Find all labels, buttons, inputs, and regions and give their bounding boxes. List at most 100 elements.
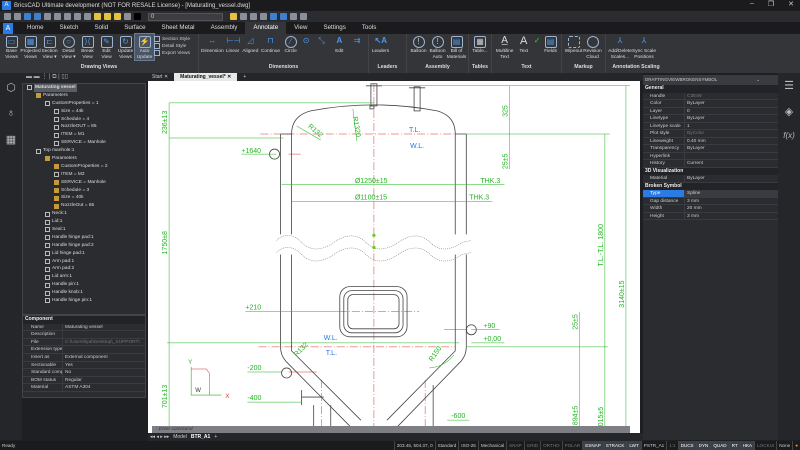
linear-button[interactable]: ⊢⊣ Linear (224, 34, 242, 55)
app-menu-button[interactable]: A (3, 22, 13, 34)
print-icon[interactable] (44, 13, 51, 20)
save-icon[interactable] (24, 13, 31, 20)
open-icon[interactable] (14, 13, 21, 20)
property-row[interactable]: Standard componeNo (23, 369, 145, 377)
tree-item[interactable]: Neck:1 (23, 210, 145, 218)
tree-item[interactable]: NozzleOUT = 85 (23, 123, 145, 131)
save-as-icon[interactable] (34, 13, 41, 20)
mechanical-browser-icon[interactable]: ⬡ (5, 81, 17, 94)
status-item[interactable]: 1:1 (666, 441, 677, 450)
section-view-button[interactable]: ⊏ Section View ▾ (40, 34, 59, 60)
wipeout-button[interactable]: Wipeout (564, 34, 583, 55)
parameters-fx-icon[interactable]: f(x) (783, 131, 795, 143)
property-row[interactable]: Insert as External component (23, 353, 145, 362)
projected-views-button[interactable]: ▦ Projected Views (20, 34, 41, 60)
property-row[interactable]: Gap distance 3 mm (643, 197, 778, 205)
spell-check-button[interactable]: ✓ (532, 34, 542, 49)
property-row[interactable]: Extension type (23, 346, 145, 354)
edit-view-button[interactable]: ✎ Edit View (97, 34, 116, 60)
render-icon[interactable] (280, 13, 287, 20)
tree-item[interactable]: Handle hinge pad:1 (23, 234, 145, 242)
dim-style-button[interactable]: ⇉ (348, 34, 366, 49)
property-row[interactable]: Transparency ByLayer (643, 145, 778, 153)
revision-cloud-button[interactable]: Revision Cloud (583, 34, 602, 60)
new-icon[interactable] (4, 13, 11, 20)
tab-settings[interactable]: Settings (315, 22, 353, 34)
layout-nav-icon[interactable]: ◂◂ ◂ ▸ ▸▸ (150, 433, 169, 441)
detail-style-button[interactable]: Detail Style (154, 43, 190, 49)
property-row[interactable]: History Current (643, 160, 778, 168)
status-item[interactable]: Mechanical (477, 441, 506, 450)
property-row[interactable]: Linetype ByLayer (643, 115, 778, 123)
tree-item[interactable]: SERVICE = Manhole (23, 179, 145, 187)
tree-item[interactable]: Lid arm:1 (23, 273, 145, 281)
break-view-button[interactable]: ⟩⟨ Break View (78, 34, 97, 60)
bulb-icon[interactable]: ♁ (5, 107, 17, 119)
aligned-button[interactable]: ◿ Aligned (241, 34, 259, 55)
status-item[interactable]: DUCS (677, 441, 696, 450)
tab-view[interactable]: View (286, 22, 315, 34)
property-row[interactable]: File C:\Users\lyat\Desktop\_SUPPORT\ (23, 338, 145, 347)
tree-item[interactable]: NozzleOut = 65 (23, 202, 145, 210)
drawing-canvas[interactable]: Ø1250±15 Ø1100±15 THK.3 THK.3 +1640 +210… (148, 81, 640, 433)
tab-start[interactable]: Start ✕ (146, 73, 174, 81)
status-item[interactable]: RT (728, 441, 740, 450)
layer-tool-icon[interactable] (240, 13, 247, 20)
status-item[interactable]: Standard (434, 441, 459, 450)
property-row[interactable]: Linetype scale 1 (643, 122, 778, 130)
status-item[interactable]: None (776, 441, 792, 450)
help-icon[interactable] (300, 13, 307, 20)
layer-lock-icon[interactable] (124, 13, 131, 20)
close-icon[interactable]: ✕ (788, 0, 794, 8)
property-row[interactable]: Color ByLayer (643, 100, 778, 108)
tree-item[interactable]: Seal:1 (23, 226, 145, 234)
fields-button[interactable]: ▤ Fields (542, 34, 559, 55)
layer-select[interactable]: 0 (148, 12, 223, 21)
base-views-button[interactable]: ▭ Base Views (2, 34, 21, 60)
leaders-button[interactable]: ↖A Leaders (371, 34, 390, 55)
section-header[interactable]: 3D Visualization (643, 167, 778, 175)
section-header[interactable]: Broken Symbol (643, 182, 778, 190)
grip-point[interactable] (372, 233, 376, 238)
tree-item[interactable]: Handle knob:1 (23, 289, 145, 297)
property-row[interactable]: Material ByLayer (643, 175, 778, 183)
tree-item[interactable]: Top manhole:1 (23, 147, 145, 155)
section-header[interactable]: General (643, 85, 778, 93)
tree-item[interactable]: Parameters (23, 155, 145, 163)
property-row[interactable]: Name Maturating vessel (23, 323, 145, 332)
redo-icon[interactable] (84, 13, 91, 20)
tree-item[interactable]: Size = 44k (23, 108, 145, 116)
add-layout-button[interactable]: + (214, 433, 217, 441)
tab-maturating-vessel[interactable]: Maturating_vessel* ✕ (174, 73, 238, 81)
light-bulb-icon[interactable] (94, 13, 101, 20)
tab-btr-a1[interactable]: BTR_A1 (191, 433, 210, 441)
entity-type-select[interactable]: DRAFTINGVIEWBROKENSYMBOL ⌄ (643, 75, 778, 85)
property-row[interactable]: Layer 0 (643, 107, 778, 115)
property-row[interactable]: Handle C3E89 (643, 92, 778, 100)
status-item[interactable]: ESNAP (582, 441, 603, 450)
table-button[interactable]: ▦ Table... (471, 34, 489, 55)
text-button[interactable]: A Text (515, 34, 532, 55)
status-item[interactable]: QUAD (710, 441, 729, 450)
tab-assembly[interactable]: Assembly (203, 22, 246, 34)
balloon-button[interactable]: ! Balloon (409, 34, 428, 55)
layer-iso-icon[interactable] (250, 13, 257, 20)
view-cube-icon[interactable] (270, 13, 277, 20)
tree-item[interactable]: Size = 40k (23, 194, 145, 202)
status-item[interactable]: POLAR (561, 441, 583, 450)
status-item[interactable]: STRACK (602, 441, 627, 450)
tab-solid[interactable]: Solid (86, 22, 116, 34)
layers-icon[interactable]: ◈ (783, 105, 795, 118)
status-item[interactable]: DYN (695, 441, 711, 450)
preview-icon[interactable] (64, 13, 71, 20)
tab-sketch[interactable]: Sketch (52, 22, 87, 34)
hardware-acceleration-icon[interactable]: ● (792, 441, 800, 450)
tree-item[interactable]: CustomProperties = 1 (23, 100, 145, 108)
property-row[interactable]: Height 3 mm (643, 212, 778, 220)
property-row[interactable]: Hyperlink (643, 152, 778, 160)
status-item[interactable]: GRID (523, 441, 540, 450)
tree-item[interactable]: Schedule = 4 (23, 116, 145, 124)
command-line-input[interactable]: : Enter command (152, 426, 630, 433)
tree-item[interactable]: Maturating vessel (23, 84, 145, 92)
sun-icon[interactable] (104, 13, 111, 20)
